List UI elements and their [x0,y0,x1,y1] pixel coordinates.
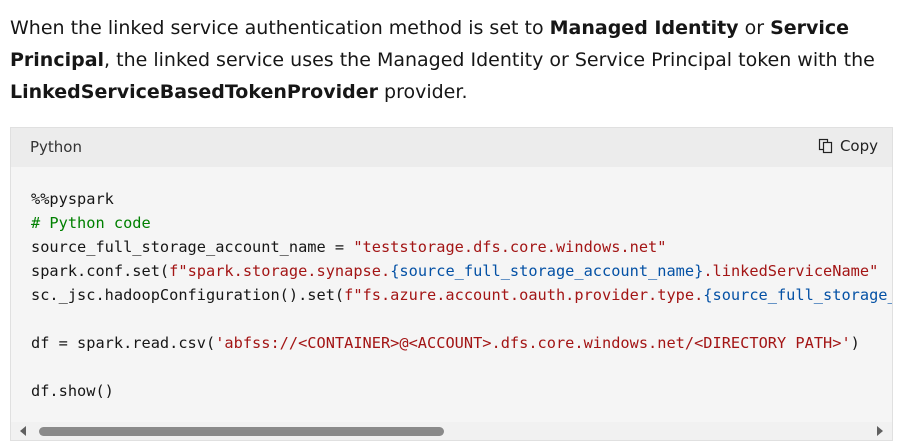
code-line: df = spark.read.csv('abfss://<CONTAINER>… [31,334,860,352]
code-language-label: Python [30,138,82,156]
managed-identity-term: Managed Identity [549,17,739,39]
copy-label: Copy [839,137,878,155]
copy-icon [818,138,834,154]
code-comment-line: # Python code [31,214,151,232]
code-line: sc._jsc.hadoopConfiguration().set(f"fs.a… [31,286,892,304]
code-text: %%pyspark # Python code source_full_storag… [31,187,892,403]
intro-text-3: , the linked service uses the Managed Id… [104,49,875,71]
scrollbar-thumb[interactable] [39,427,444,436]
horizontal-scrollbar[interactable] [11,422,892,440]
scroll-left-arrow-icon[interactable] [20,426,26,436]
code-line: df.show() [31,382,114,400]
code-line: source_full_storage_account_name = "test… [31,238,667,256]
code-line: spark.conf.set(f"spark.storage.synapse.{… [31,262,879,280]
intro-paragraph: When the linked service authentication m… [10,12,895,108]
intro-text-2: or [738,17,771,39]
code-block: Python Copy %%pyspark # Python code source… [10,127,893,441]
scroll-right-arrow-icon[interactable] [877,426,883,436]
intro-text-4: provider. [377,81,468,103]
code-header: Python Copy [11,128,892,167]
code-line: %%pyspark [31,190,114,208]
copy-button[interactable]: Copy [818,137,878,155]
code-body[interactable]: %%pyspark # Python code source_full_storag… [11,167,892,422]
token-provider-term: LinkedServiceBasedTokenProvider [10,81,378,103]
intro-text-1: When the linked service authentication m… [10,17,550,39]
